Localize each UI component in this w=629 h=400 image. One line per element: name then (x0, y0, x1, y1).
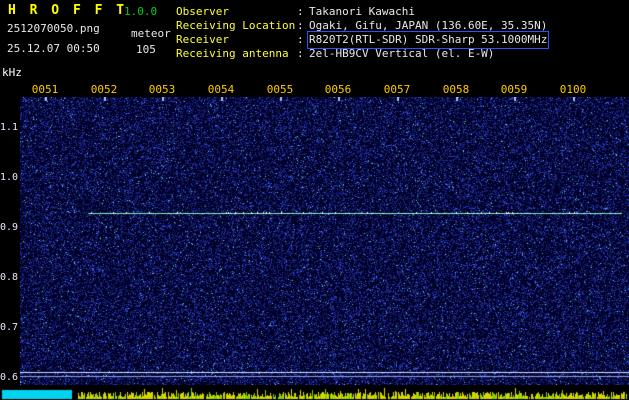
record-datetime: 25.12.07 00:50 (7, 42, 100, 55)
x-tick-label: 0053 (148, 83, 176, 96)
info-row-antenna: Receiving antenna : 2el-HB9CV Vertical (… (176, 47, 547, 61)
info-row-receiver: Receiver : R820T2(RTL-SDR) SDR-Sharp 53.… (176, 31, 550, 49)
x-tick-label: 0056 (324, 83, 352, 96)
info-label: Receiver (176, 33, 229, 46)
info-row-observer: Observer : Takanori Kawachi (176, 5, 547, 19)
x-tick-label: 0052 (90, 83, 118, 96)
info-label: Observer (176, 5, 229, 18)
x-tick-label: 0057 (383, 83, 411, 96)
echo-count: 105 (136, 43, 156, 56)
mode-label: meteor (131, 27, 171, 40)
x-tick-label: 0055 (266, 83, 294, 96)
y-tick-label: 0.7 (0, 322, 19, 333)
info-label: Receiving antenna (176, 47, 289, 60)
spectrogram-canvas (20, 97, 629, 385)
x-tick-label: 0054 (207, 83, 235, 96)
hrofft-output: H R O F F T 1.0.0 2512070050.png meteor … (0, 0, 629, 400)
y-tick-label: 0.8 (0, 272, 19, 283)
app-version: 1.0.0 (124, 5, 158, 18)
station-info: Observer : Takanori Kawachi Receiving Lo… (176, 5, 550, 61)
y-tick-label: 1.1 (0, 122, 19, 133)
x-tick-label: 0051 (31, 83, 59, 96)
info-value: Ogaki, Gifu, JAPAN (136.60E, 35.35N) (309, 19, 548, 32)
x-tick-label: 0100 (559, 83, 587, 96)
level-bars-canvas (0, 385, 629, 400)
info-value: Takanori Kawachi (309, 5, 415, 18)
info-value: 2el-HB9CV Vertical (el. E-W) (309, 47, 495, 60)
y-axis-unit: kHz (2, 66, 22, 79)
info-separator: : (297, 47, 304, 60)
x-tick-label: 0059 (500, 83, 528, 96)
info-value-highlighted: R820T2(RTL-SDR) SDR-Sharp 53.1000MHz (306, 31, 550, 49)
app-title: H R O F F T (8, 3, 128, 18)
y-tick-label: 1.0 (0, 172, 19, 183)
output-filename: 2512070050.png (7, 22, 100, 35)
info-separator: : (297, 33, 304, 46)
y-tick-label: 0.9 (0, 222, 19, 233)
x-tick-label: 0058 (442, 83, 470, 96)
info-separator: : (297, 19, 304, 32)
info-label: Receiving Location (176, 19, 296, 32)
info-row-location: Receiving Location : Ogaki, Gifu, JAPAN … (176, 19, 547, 33)
y-tick-label: 0.6 (0, 372, 19, 383)
info-separator: : (297, 5, 304, 18)
